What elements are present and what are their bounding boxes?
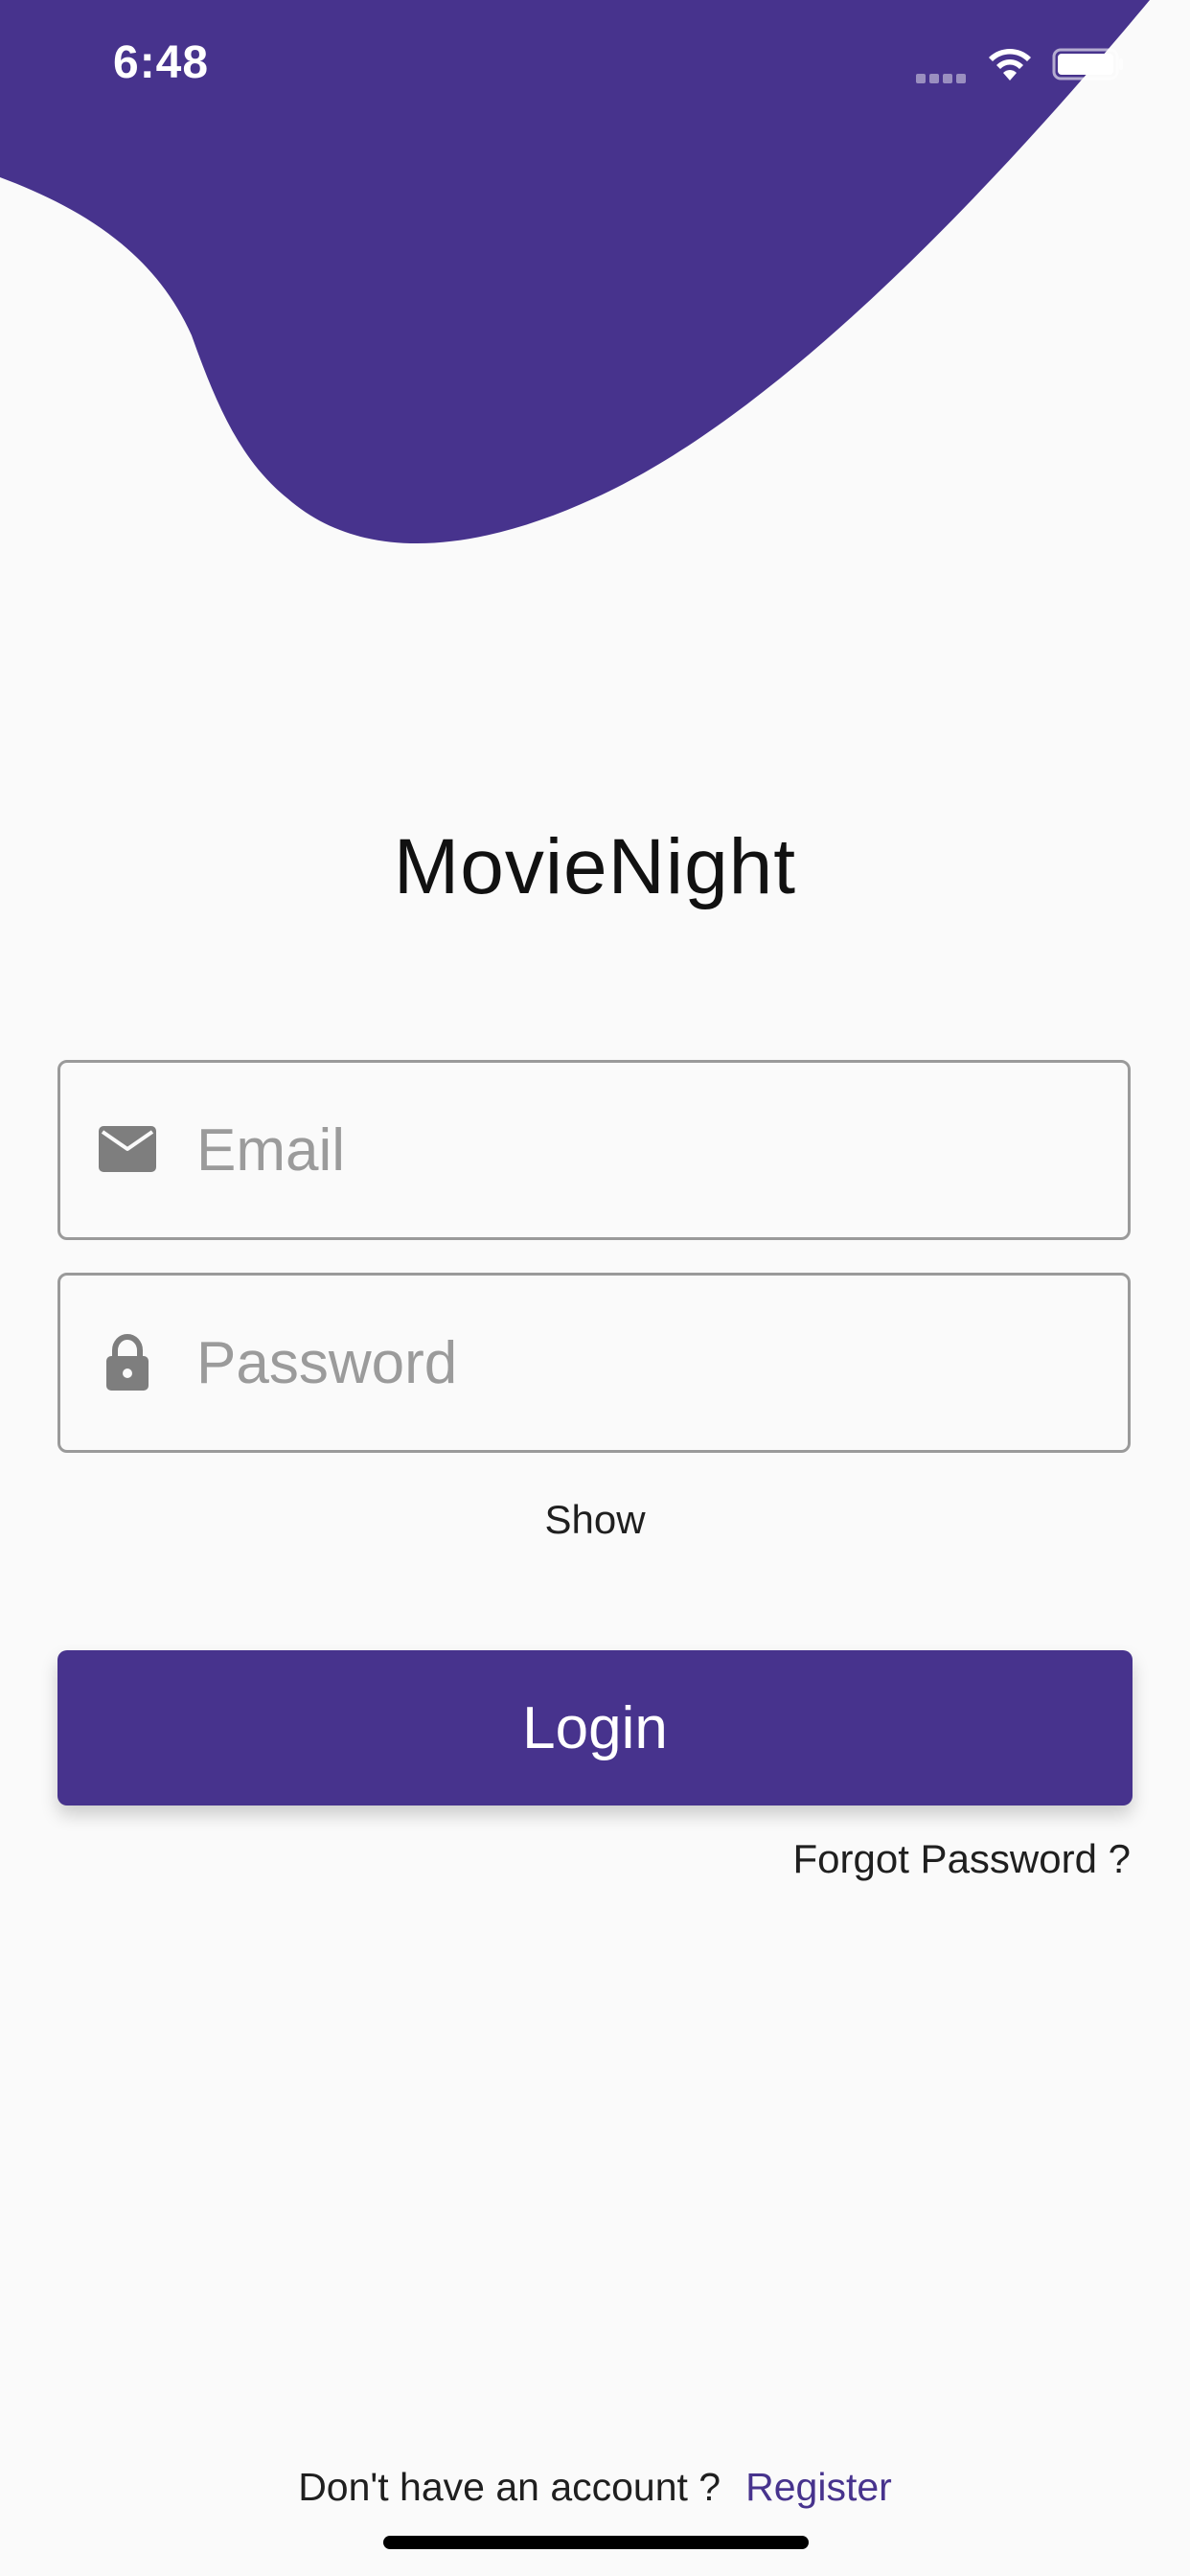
- home-indicator: [383, 2536, 809, 2549]
- register-prompt-text: Don't have an account ?: [298, 2465, 721, 2509]
- email-input[interactable]: [196, 1063, 1097, 1237]
- lock-icon: [106, 1333, 149, 1391]
- status-time: 6:48: [113, 37, 210, 88]
- register-link[interactable]: Register: [745, 2465, 892, 2509]
- forgot-password-link[interactable]: Forgot Password ?: [793, 1836, 1132, 1882]
- battery-icon: [1052, 48, 1123, 80]
- status-bar: 6:48: [0, 0, 1190, 134]
- email-field[interactable]: [57, 1060, 1131, 1240]
- app-title: MovieNight: [393, 823, 797, 910]
- password-field[interactable]: [57, 1273, 1131, 1453]
- show-password-toggle[interactable]: Show: [0, 1497, 1190, 1543]
- wifi-icon: [989, 49, 1031, 80]
- password-input[interactable]: [196, 1276, 1097, 1450]
- login-button[interactable]: Login: [57, 1650, 1133, 1806]
- cellular-signal-icon: [916, 71, 970, 83]
- register-prompt: Don't have an account ? Register: [0, 2465, 1190, 2510]
- email-icon: [99, 1126, 156, 1172]
